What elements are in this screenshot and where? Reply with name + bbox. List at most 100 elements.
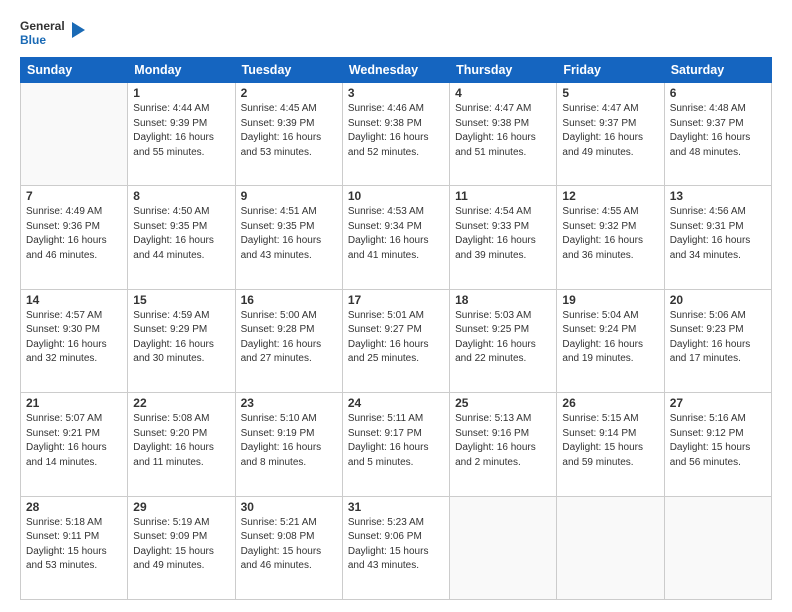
day-number: 1 — [133, 86, 229, 100]
calendar-cell: 15Sunrise: 4:59 AM Sunset: 9:29 PM Dayli… — [128, 289, 235, 392]
calendar-cell: 26Sunrise: 5:15 AM Sunset: 9:14 PM Dayli… — [557, 393, 664, 496]
day-number: 30 — [241, 500, 337, 514]
day-info: Sunrise: 5:16 AM Sunset: 9:12 PM Dayligh… — [670, 412, 766, 470]
calendar-cell: 18Sunrise: 5:03 AM Sunset: 9:25 PM Dayli… — [450, 289, 557, 392]
day-info: Sunrise: 5:07 AM Sunset: 9:21 PM Dayligh… — [26, 412, 122, 470]
calendar-cell: 3 Sunrise: 4:46 AM Sunset: 9:38 PM Daylig… — [342, 83, 449, 186]
calendar-cell — [664, 496, 771, 599]
calendar-cell: 10 Sunrise: 4:53 AM Sunset: 9:34 PM Dayli… — [342, 186, 449, 289]
day-info: Sunrise: 5:21 AM Sunset: 9:08 PM Dayligh… — [241, 516, 337, 574]
day-info: Sunrise: 4:54 AM Sunset: 9:33 PM Dayligh… — [455, 205, 551, 263]
day-number: 3 — [348, 86, 444, 100]
day-number: 19 — [562, 293, 658, 307]
day-info: Sunrise: 4:46 AM Sunset: 9:38 PM Dayligh… — [348, 102, 444, 160]
calendar-header-tuesday: Tuesday — [235, 58, 342, 83]
day-info: Sunrise: 5:15 AM Sunset: 9:14 PM Dayligh… — [562, 412, 658, 470]
day-info: Sunrise: 4:49 AM Sunset: 9:36 PM Dayligh… — [26, 205, 122, 263]
calendar-week-1: 1 Sunrise: 4:44 AM Sunset: 9:39 PM Daylig… — [21, 83, 772, 186]
day-info: Sunrise: 5:01 AM Sunset: 9:27 PM Dayligh… — [348, 309, 444, 367]
day-info: Sunrise: 4:50 AM Sunset: 9:35 PM Dayligh… — [133, 205, 229, 263]
calendar-cell: 16 Sunrise: 5:00 AM Sunset: 9:28 PM Dayli… — [235, 289, 342, 392]
calendar-header-row: SundayMondayTuesdayWednesdayThursdayFrid… — [21, 58, 772, 83]
day-number: 2 — [241, 86, 337, 100]
calendar-cell: 21 Sunrise: 5:07 AM Sunset: 9:21 PM Dayli… — [21, 393, 128, 496]
day-number: 25 — [455, 396, 551, 410]
day-number: 11 — [455, 189, 551, 203]
day-number: 12 — [562, 189, 658, 203]
calendar-week-3: 14 Sunrise: 4:57 AM Sunset: 9:30 PM Dayli… — [21, 289, 772, 392]
calendar-cell: 29 Sunrise: 5:19 AM Sunset: 9:09 PM Dayli… — [128, 496, 235, 599]
day-info: Sunrise: 5:23 AM Sunset: 9:06 PM Dayligh… — [348, 516, 444, 574]
day-info: Sunrise: 5:00 AM Sunset: 9:28 PM Dayligh… — [241, 309, 337, 367]
day-info: Sunrise: 4:57 AM Sunset: 9:30 PM Dayligh… — [26, 309, 122, 367]
day-number: 20 — [670, 293, 766, 307]
day-info: Sunrise: 4:44 AM Sunset: 9:39 PM Dayligh… — [133, 102, 229, 160]
calendar-cell: 12 Sunrise: 4:55 AM Sunset: 9:32 PM Dayli… — [557, 186, 664, 289]
header: General Blue — [20, 16, 772, 51]
day-info: Sunrise: 4:55 AM Sunset: 9:32 PM Dayligh… — [562, 205, 658, 263]
calendar-cell: 22Sunrise: 5:08 AM Sunset: 9:20 PM Dayli… — [128, 393, 235, 496]
logo-svg: General Blue — [20, 16, 85, 51]
day-number: 14 — [26, 293, 122, 307]
calendar-cell: 4Sunrise: 4:47 AM Sunset: 9:38 PM Daylig… — [450, 83, 557, 186]
day-number: 24 — [348, 396, 444, 410]
calendar-header-sunday: Sunday — [21, 58, 128, 83]
calendar-header-monday: Monday — [128, 58, 235, 83]
calendar-cell: 8 Sunrise: 4:50 AM Sunset: 9:35 PM Daylig… — [128, 186, 235, 289]
svg-text:Blue: Blue — [20, 33, 46, 47]
calendar-cell: 20 Sunrise: 5:06 AM Sunset: 9:23 PM Dayli… — [664, 289, 771, 392]
calendar-cell: 7 Sunrise: 4:49 AM Sunset: 9:36 PM Daylig… — [21, 186, 128, 289]
calendar-cell: 14 Sunrise: 4:57 AM Sunset: 9:30 PM Dayli… — [21, 289, 128, 392]
day-number: 18 — [455, 293, 551, 307]
calendar-cell: 9Sunrise: 4:51 AM Sunset: 9:35 PM Daylig… — [235, 186, 342, 289]
calendar-cell: 17 Sunrise: 5:01 AM Sunset: 9:27 PM Dayli… — [342, 289, 449, 392]
day-number: 13 — [670, 189, 766, 203]
day-info: Sunrise: 4:45 AM Sunset: 9:39 PM Dayligh… — [241, 102, 337, 160]
day-info: Sunrise: 4:59 AM Sunset: 9:29 PM Dayligh… — [133, 309, 229, 367]
page: General Blue SundayMondayTuesdayWednesda… — [0, 0, 792, 612]
day-number: 4 — [455, 86, 551, 100]
day-info: Sunrise: 4:56 AM Sunset: 9:31 PM Dayligh… — [670, 205, 766, 263]
day-info: Sunrise: 5:08 AM Sunset: 9:20 PM Dayligh… — [133, 412, 229, 470]
calendar-header-thursday: Thursday — [450, 58, 557, 83]
svg-text:General: General — [20, 19, 65, 33]
calendar-header-wednesday: Wednesday — [342, 58, 449, 83]
day-number: 16 — [241, 293, 337, 307]
day-info: Sunrise: 5:18 AM Sunset: 9:11 PM Dayligh… — [26, 516, 122, 574]
calendar-cell: 19 Sunrise: 5:04 AM Sunset: 9:24 PM Dayli… — [557, 289, 664, 392]
day-number: 6 — [670, 86, 766, 100]
calendar-cell — [21, 83, 128, 186]
calendar-cell: 11 Sunrise: 4:54 AM Sunset: 9:33 PM Dayli… — [450, 186, 557, 289]
day-number: 21 — [26, 396, 122, 410]
day-info: Sunrise: 5:13 AM Sunset: 9:16 PM Dayligh… — [455, 412, 551, 470]
calendar-header-friday: Friday — [557, 58, 664, 83]
day-number: 27 — [670, 396, 766, 410]
calendar-cell: 5 Sunrise: 4:47 AM Sunset: 9:37 PM Daylig… — [557, 83, 664, 186]
calendar-cell: 6 Sunrise: 4:48 AM Sunset: 9:37 PM Daylig… — [664, 83, 771, 186]
day-info: Sunrise: 5:11 AM Sunset: 9:17 PM Dayligh… — [348, 412, 444, 470]
day-info: Sunrise: 5:06 AM Sunset: 9:23 PM Dayligh… — [670, 309, 766, 367]
calendar-cell: 28Sunrise: 5:18 AM Sunset: 9:11 PM Dayli… — [21, 496, 128, 599]
day-info: Sunrise: 4:48 AM Sunset: 9:37 PM Dayligh… — [670, 102, 766, 160]
day-number: 7 — [26, 189, 122, 203]
calendar-cell: 25 Sunrise: 5:13 AM Sunset: 9:16 PM Dayli… — [450, 393, 557, 496]
calendar-cell: 1 Sunrise: 4:44 AM Sunset: 9:39 PM Daylig… — [128, 83, 235, 186]
calendar-cell: 31Sunrise: 5:23 AM Sunset: 9:06 PM Dayli… — [342, 496, 449, 599]
day-info: Sunrise: 5:04 AM Sunset: 9:24 PM Dayligh… — [562, 309, 658, 367]
day-info: Sunrise: 4:53 AM Sunset: 9:34 PM Dayligh… — [348, 205, 444, 263]
calendar-cell: 13 Sunrise: 4:56 AM Sunset: 9:31 PM Dayli… — [664, 186, 771, 289]
day-number: 5 — [562, 86, 658, 100]
calendar-cell — [450, 496, 557, 599]
calendar-cell: 24 Sunrise: 5:11 AM Sunset: 9:17 PM Dayli… — [342, 393, 449, 496]
day-number: 10 — [348, 189, 444, 203]
day-number: 29 — [133, 500, 229, 514]
day-info: Sunrise: 4:47 AM Sunset: 9:37 PM Dayligh… — [562, 102, 658, 160]
day-number: 8 — [133, 189, 229, 203]
day-info: Sunrise: 4:51 AM Sunset: 9:35 PM Dayligh… — [241, 205, 337, 263]
calendar-week-5: 28Sunrise: 5:18 AM Sunset: 9:11 PM Dayli… — [21, 496, 772, 599]
calendar-cell: 2 Sunrise: 4:45 AM Sunset: 9:39 PM Daylig… — [235, 83, 342, 186]
calendar-table: SundayMondayTuesdayWednesdayThursdayFrid… — [20, 57, 772, 600]
day-number: 17 — [348, 293, 444, 307]
calendar-cell — [557, 496, 664, 599]
day-info: Sunrise: 5:19 AM Sunset: 9:09 PM Dayligh… — [133, 516, 229, 574]
